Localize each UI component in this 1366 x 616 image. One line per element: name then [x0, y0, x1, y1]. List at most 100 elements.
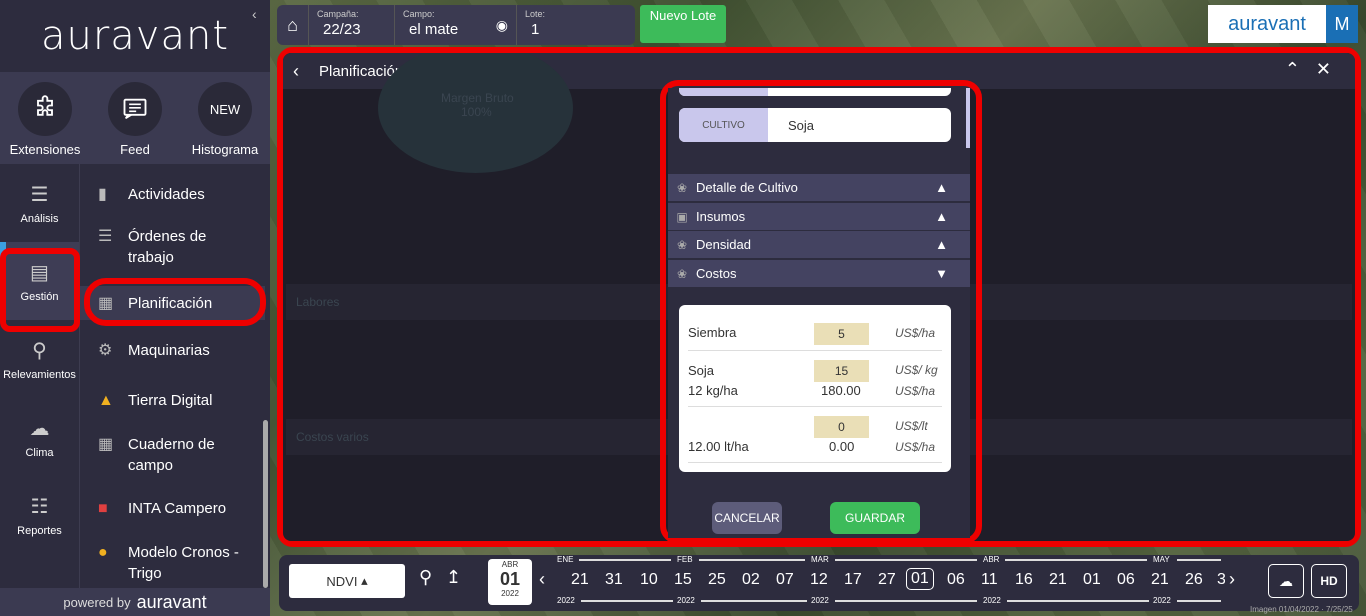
date-item[interactable]: 15 [674, 571, 692, 589]
upload-icon[interactable]: ↥ [446, 567, 461, 588]
submenu-item-inta-campero[interactable]: ■ INTA Campero [80, 498, 265, 519]
soja-unit: US$/ kg [895, 363, 938, 377]
cancel-button[interactable]: CANCELAR [712, 502, 782, 534]
section-detalle-cultivo[interactable]: ❀ Detalle de Cultivo ▲ [668, 174, 970, 201]
server-icon: ☰ [98, 228, 113, 245]
layer-selector[interactable]: NDVI ▴ [289, 564, 405, 598]
rail-item-reportes[interactable]: ☷ Reportes [0, 476, 79, 554]
rail-label: Relevamientos [3, 368, 76, 381]
lot-value: 1 [531, 21, 540, 38]
date-item[interactable]: 16 [1015, 571, 1033, 589]
eye-icon[interactable]: ◉ [496, 17, 508, 34]
extensions-button[interactable]: Extensiones [0, 72, 90, 164]
other-density: 12.00 lt/ha [688, 439, 749, 454]
puzzle-icon [18, 82, 72, 136]
date-item[interactable]: 21 [1151, 571, 1169, 589]
sidebar-scrollbar[interactable] [263, 420, 268, 588]
other-total-unit: US$/ha [895, 440, 936, 454]
date-item[interactable]: 02 [742, 571, 760, 589]
collapse-sidebar-icon[interactable]: ‹ [252, 6, 257, 22]
date-item[interactable]: 10 [640, 571, 658, 589]
submenu-item-cronos[interactable]: ● Modelo Cronos - Trigo [80, 542, 240, 584]
highlight-planificacion [84, 278, 266, 326]
section-insumos[interactable]: ▣ Insumos ▲ [668, 203, 970, 230]
home-icon[interactable]: ⌂ [277, 5, 309, 45]
date-item[interactable]: 26 [1185, 571, 1203, 589]
date-item[interactable]: 25 [708, 571, 726, 589]
panel-controls: ⌃✕ [1285, 59, 1347, 80]
crop-modal: CULTIVO Soja ❀ Detalle de Cultivo ▲ ▣ In… [668, 88, 970, 538]
date-item[interactable]: 31 [605, 571, 623, 589]
campaign-selector[interactable]: Campaña: 22/23 [309, 5, 395, 45]
soja-price-stepper[interactable]: 15 [814, 360, 869, 382]
date-item[interactable]: 11 [981, 571, 998, 589]
submenu-item-maquinarias[interactable]: ⚙ Maquinarias [80, 340, 265, 361]
submenu-label: Maquinarias [128, 342, 210, 359]
user-avatar[interactable]: M [1326, 5, 1358, 43]
hd-button[interactable]: HD [1311, 564, 1347, 598]
other-unit: US$/lt [895, 419, 928, 433]
back-icon[interactable]: ‹ [293, 61, 299, 82]
histogram-button[interactable]: NEW Histograma [180, 72, 270, 164]
costos-varios-label: Costos varios [296, 430, 369, 444]
brand-account[interactable]: auravant M [1208, 5, 1358, 43]
app-logo: auravant [0, 0, 270, 72]
month-label: FEB [677, 555, 693, 564]
costs-card: Siembra 5 US$/ha Soja 15 US$/ kg 12 kg/h… [679, 305, 951, 472]
rail-item-analisis[interactable]: ☰ Análisis [0, 164, 79, 242]
date-item-selected[interactable]: 01 [906, 568, 934, 590]
submenu-item-cuaderno[interactable]: ▦ Cuaderno de campo [80, 434, 230, 476]
date-item[interactable]: 01 [1083, 571, 1101, 589]
section-costos[interactable]: ❀ Costos ▼ [668, 260, 970, 287]
crop-row[interactable]: CULTIVO Soja [679, 108, 951, 142]
year-label: 2022 [557, 596, 575, 605]
chevron-left-icon[interactable]: ‹ [539, 569, 545, 590]
cost-row-soja: Soja 15 US$/ kg 12 kg/ha 180.00 US$/ha [688, 351, 942, 407]
section-densidad[interactable]: ❀ Densidad ▲ [668, 231, 970, 258]
date-item[interactable]: 21 [571, 571, 589, 589]
other-input[interactable]: 0 [814, 416, 869, 438]
date-item[interactable]: 3 [1217, 571, 1225, 589]
soja-total-unit: US$/ha [895, 384, 936, 398]
year-label: 2022 [1153, 596, 1171, 605]
lot-selector[interactable]: Lote: 1 [517, 5, 635, 45]
modal-scrollbar[interactable] [966, 88, 970, 148]
chevron-right-icon[interactable]: › [1229, 569, 1235, 590]
field-selector[interactable]: Campo: el mate ◉ [395, 5, 517, 45]
selected-year: 2022 [501, 589, 519, 598]
collapse-icon[interactable]: ⌃ [1285, 59, 1316, 79]
selected-date-card[interactable]: ABR 01 2022 [488, 559, 532, 605]
rail-label: Reportes [17, 524, 62, 537]
previous-row [679, 88, 951, 96]
rail-item-clima[interactable]: ☁ Clima [0, 398, 79, 476]
month-label: ENE [557, 555, 574, 564]
rail-label: Análisis [20, 212, 59, 225]
cloud-off-icon[interactable]: ☁ [1268, 564, 1304, 598]
date-item[interactable]: 12 [810, 571, 828, 589]
layer-value: NDVI [326, 573, 358, 589]
soja-density: 12 kg/ha [688, 383, 738, 398]
submenu-item-actividades[interactable]: ▮ Actividades [80, 184, 265, 205]
campaign-label: Campaña: [317, 9, 359, 19]
siembra-input[interactable]: 5 [814, 323, 869, 345]
triangle-icon: ▲ [98, 392, 114, 409]
new-lot-button[interactable]: Nuevo Lote [640, 5, 726, 43]
section-label: Costos [696, 266, 737, 281]
date-item[interactable]: 07 [776, 571, 794, 589]
date-item[interactable]: 27 [878, 571, 896, 589]
campaign-value: 22/23 [323, 21, 361, 38]
notebook-icon: ▦ [98, 436, 114, 453]
close-icon[interactable]: ✕ [1316, 59, 1347, 79]
date-item[interactable]: 21 [1049, 571, 1067, 589]
date-item[interactable]: 17 [844, 571, 862, 589]
feed-button[interactable]: Feed [90, 72, 180, 164]
save-button[interactable]: GUARDAR [830, 502, 920, 534]
powered-by: powered by auravant [0, 588, 270, 616]
submenu-item-tierra-digital[interactable]: ▲ Tierra Digital [80, 390, 265, 411]
submenu-item-ordenes[interactable]: ☰ Órdenes de trabajo [80, 226, 230, 268]
search-icon[interactable]: ⚲ [419, 567, 432, 588]
date-item[interactable]: 06 [947, 571, 965, 589]
sprout-icon: ❀ [676, 180, 688, 195]
cost-row-siembra: Siembra 5 US$/ha [688, 313, 942, 351]
date-item[interactable]: 06 [1117, 571, 1135, 589]
